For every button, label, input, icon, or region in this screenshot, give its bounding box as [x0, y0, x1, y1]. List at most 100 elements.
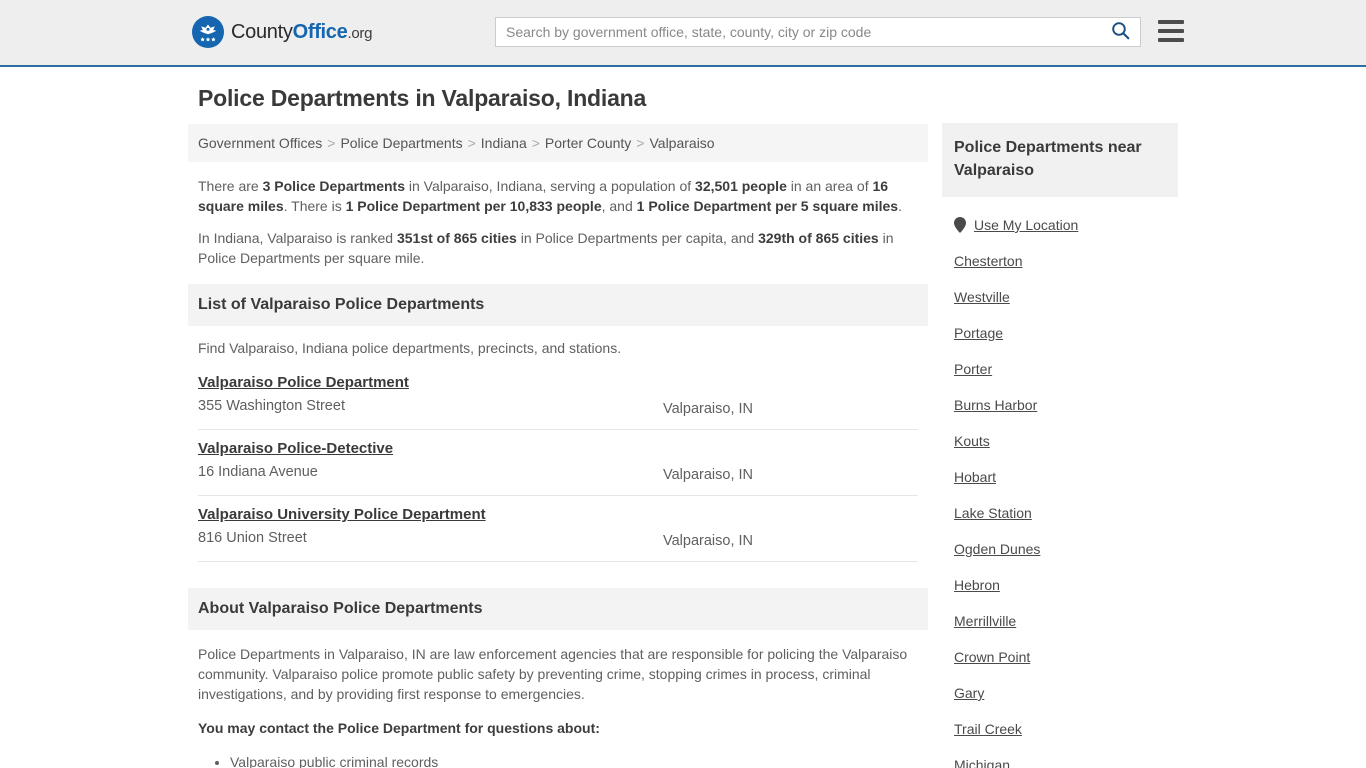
- sidebar-city-link[interactable]: Porter: [954, 361, 992, 377]
- sidebar-city-link[interactable]: Kouts: [954, 433, 990, 449]
- logo-text-office: Office: [292, 20, 348, 43]
- listing-name-link[interactable]: Valparaiso Police-Detective: [198, 440, 393, 457]
- stat-department-count: 3 Police Departments: [262, 178, 405, 194]
- sidebar-city-link[interactable]: Merrillville: [954, 613, 1016, 629]
- sidebar-city-link[interactable]: Chesterton: [954, 253, 1022, 269]
- list-section-subtext: Find Valparaiso, Indiana police departme…: [198, 340, 622, 356]
- sidebar-item-westville[interactable]: Westville: [954, 279, 1178, 315]
- sidebar-item-use-my-location[interactable]: Use My Location: [954, 207, 1178, 243]
- breadcrumb-separator: >: [327, 135, 336, 151]
- listing-city: Valparaiso, IN: [663, 533, 753, 549]
- intro-paragraph-1: There are 3 Police Departments in Valpar…: [198, 176, 918, 216]
- page-body: Police Departments in Valparaiso, Indian…: [0, 67, 1366, 768]
- stat-per-area: 1 Police Department per 5 square miles: [636, 198, 899, 214]
- logo-wordmark: CountyOffice.org: [231, 21, 372, 44]
- about-section-body: Police Departments in Valparaiso, IN are…: [188, 630, 928, 768]
- sidebar-item-lake-station[interactable]: Lake Station: [954, 495, 1178, 531]
- intro-text: . There is: [283, 198, 346, 214]
- sidebar-item-ogden-dunes[interactable]: Ogden Dunes: [954, 531, 1178, 567]
- listing-address: 16 Indiana Avenue: [198, 464, 318, 480]
- search-bar[interactable]: [495, 17, 1141, 47]
- sidebar-item-chesterton[interactable]: Chesterton: [954, 243, 1178, 279]
- list-section-heading: List of Valparaiso Police Departments: [188, 284, 928, 326]
- map-pin-icon: [954, 217, 966, 233]
- breadcrumb-item-police-departments[interactable]: Police Departments: [340, 135, 462, 151]
- hamburger-bar: [1158, 20, 1184, 24]
- listing-name-link[interactable]: Valparaiso University Police Department: [198, 506, 486, 523]
- sidebar-item-hebron[interactable]: Hebron: [954, 567, 1178, 603]
- breadcrumb-separator: >: [636, 135, 645, 151]
- about-lead-text: You may contact the Police Department fo…: [198, 720, 600, 736]
- police-department-list: Valparaiso Police Department 355 Washing…: [188, 364, 928, 562]
- listing-address: 355 Washington Street: [198, 398, 345, 414]
- logo-text-org: .org: [347, 24, 373, 42]
- main-content: Police Departments in Valparaiso, Indian…: [188, 85, 928, 768]
- sidebar-city-link[interactable]: Ogden Dunes: [954, 541, 1040, 557]
- search-input[interactable]: [496, 18, 1100, 46]
- table-row: Valparaiso University Police Department …: [198, 496, 918, 562]
- sidebar-item-merrillville[interactable]: Merrillville: [954, 603, 1178, 639]
- breadcrumb-item-valparaiso[interactable]: Valparaiso: [649, 135, 714, 151]
- sidebar-item-burns-harbor[interactable]: Burns Harbor: [954, 387, 1178, 423]
- sidebar-item-kouts[interactable]: Kouts: [954, 423, 1178, 459]
- site-logo[interactable]: CountyOffice.org: [192, 16, 372, 48]
- sidebar-city-link[interactable]: Westville: [954, 289, 1010, 305]
- eagle-seal-icon: [192, 16, 224, 48]
- stat-rank-per-capita: 351st of 865 cities: [396, 230, 517, 246]
- breadcrumb-item-indiana[interactable]: Indiana: [481, 135, 527, 151]
- site-header: CountyOffice.org: [0, 0, 1366, 67]
- intro-text: There are: [198, 178, 263, 194]
- intro-paragraph-2: In Indiana, Valparaiso is ranked 351st o…: [198, 228, 918, 268]
- use-my-location-link[interactable]: Use My Location: [974, 217, 1078, 233]
- sidebar-city-link[interactable]: Gary: [954, 685, 984, 701]
- listing-city: Valparaiso, IN: [663, 467, 753, 483]
- sidebar-item-michigan[interactable]: Michigan: [954, 747, 1178, 768]
- sidebar-item-hobart[interactable]: Hobart: [954, 459, 1178, 495]
- sidebar-city-link[interactable]: Michigan: [954, 757, 1010, 768]
- sidebar-city-link[interactable]: Hebron: [954, 577, 1000, 593]
- sidebar-city-link[interactable]: Lake Station: [954, 505, 1032, 521]
- about-section-heading: About Valparaiso Police Departments: [188, 588, 928, 630]
- breadcrumb: Government Offices > Police Departments > In…: [188, 124, 928, 162]
- listing-details: Valparaiso Police-Detective 16 Indiana A…: [198, 440, 663, 480]
- table-row: Valparaiso Police Department 355 Washing…: [198, 364, 918, 430]
- hamburger-bar: [1158, 38, 1184, 42]
- listing-name-link[interactable]: Valparaiso Police Department: [198, 374, 409, 391]
- sidebar-item-portage[interactable]: Portage: [954, 315, 1178, 351]
- sidebar-city-link[interactable]: Hobart: [954, 469, 996, 485]
- sidebar-city-link[interactable]: Crown Point: [954, 649, 1030, 665]
- intro-statistics: There are 3 Police Departments in Valpar…: [188, 176, 928, 268]
- sidebar: Police Departments near Valparaiso Use M…: [942, 85, 1178, 768]
- page-title: Police Departments in Valparaiso, Indian…: [198, 85, 647, 111]
- stat-per-people: 1 Police Department per 10,833 people: [345, 198, 602, 214]
- sidebar-item-porter[interactable]: Porter: [954, 351, 1178, 387]
- intro-text: , and: [601, 198, 637, 214]
- sidebar-item-trail-creek[interactable]: Trail Creek: [954, 711, 1178, 747]
- sidebar-city-link[interactable]: Trail Creek: [954, 721, 1022, 737]
- sidebar-nearby-list: Use My Location Chesterton Westville Por…: [942, 197, 1178, 768]
- hamburger-bar: [1158, 29, 1184, 33]
- breadcrumb-item-porter-county[interactable]: Porter County: [545, 135, 631, 151]
- breadcrumb-separator: >: [531, 135, 540, 151]
- search-icon: [1111, 21, 1130, 43]
- about-paragraph: Police Departments in Valparaiso, IN are…: [198, 646, 908, 702]
- logo-text-county: County: [231, 20, 293, 43]
- sidebar-item-crown-point[interactable]: Crown Point: [954, 639, 1178, 675]
- hamburger-menu-icon[interactable]: [1158, 20, 1184, 42]
- breadcrumb-item-government-offices[interactable]: Government Offices: [198, 135, 322, 151]
- intro-text: in an area of: [786, 178, 873, 194]
- sidebar-city-link[interactable]: Burns Harbor: [954, 397, 1037, 413]
- listing-details: Valparaiso Police Department 355 Washing…: [198, 374, 663, 414]
- list-item: Valparaiso public criminal records: [230, 752, 918, 768]
- intro-text: In Indiana, Valparaiso is ranked: [198, 230, 397, 246]
- intro-text: in Valparaiso, Indiana, serving a popula…: [404, 178, 696, 194]
- listing-details: Valparaiso University Police Department …: [198, 506, 663, 546]
- intro-text: in Police Departments per capita, and: [516, 230, 759, 246]
- listing-address: 816 Union Street: [198, 530, 307, 546]
- sidebar-heading: Police Departments near Valparaiso: [942, 123, 1178, 197]
- sidebar-item-gary[interactable]: Gary: [954, 675, 1178, 711]
- intro-text: .: [898, 198, 902, 214]
- listing-city: Valparaiso, IN: [663, 401, 753, 417]
- search-button[interactable]: [1100, 18, 1140, 46]
- sidebar-city-link[interactable]: Portage: [954, 325, 1003, 341]
